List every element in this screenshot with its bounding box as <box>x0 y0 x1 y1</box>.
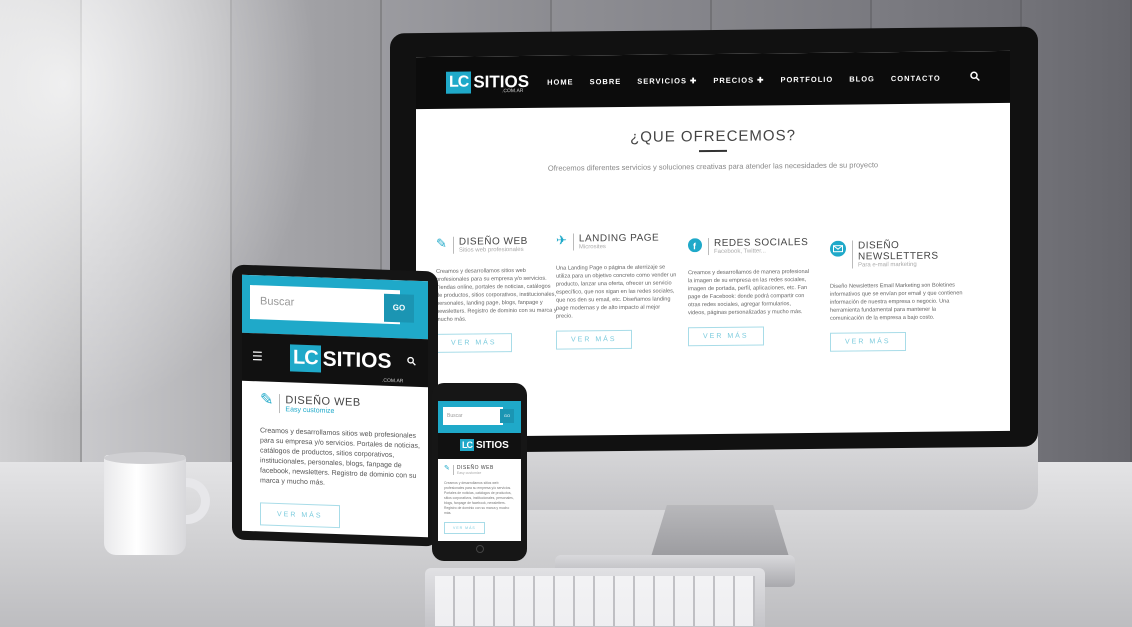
service-landing-page: ✈ LANDING PAGE Microsites Una Landing Pa… <box>556 232 678 350</box>
plane-icon: ✈ <box>556 232 567 248</box>
desktop-screen: LC SITIOS .COM.AR HOME SOBRE SERVICIOS ✚… <box>416 50 1010 438</box>
service-description: Diseño Newsletters Email Marketing son B… <box>830 282 963 322</box>
logo-mark: LC <box>290 344 321 373</box>
service-description: Creamos y desarrollamos de manera profes… <box>688 269 809 317</box>
nav-precios[interactable]: PRECIOS ✚ <box>713 75 764 85</box>
ver-mas-button[interactable]: VER MÁS <box>436 333 512 353</box>
keyboard <box>425 568 765 627</box>
hero-divider <box>699 149 727 153</box>
tablet-navbar: ☰ LC SITIOS .COM.AR <box>242 332 428 388</box>
logo-subtext: .COM.AR <box>502 87 524 95</box>
service-title: DISEÑO WEB <box>458 235 528 248</box>
hamburger-menu-icon[interactable]: ☰ <box>252 349 263 363</box>
phone-device: Buscar GO LC SITIOS ✎ DISEÑO WEB Easy cu… <box>432 383 527 561</box>
coffee-mug <box>104 455 186 555</box>
keyboard-keys <box>435 576 755 626</box>
service-redes-sociales: f REDES SOCIALES Facebook, Twitter... Cr… <box>688 237 810 347</box>
logo-text: SITIOS <box>322 347 392 373</box>
nav-home[interactable]: HOME <box>547 77 574 86</box>
hero-title: ¿QUE OFRECEMOS? <box>630 127 796 146</box>
phone-search-bar: Buscar GO <box>438 401 521 433</box>
logo-text: SITIOS <box>476 439 509 451</box>
search-icon[interactable] <box>407 356 416 368</box>
pencil-icon: ✎ <box>444 465 450 472</box>
service-description: Una Landing Page o página de aterrizaje … <box>556 264 677 320</box>
service-subtitle: Sitios web profesionales <box>458 246 524 254</box>
site-logo[interactable]: LC SITIOS <box>460 439 509 451</box>
service-title: REDES SOCIALES <box>714 237 809 249</box>
search-icon[interactable] <box>970 71 980 84</box>
tablet-search-bar: Buscar GO <box>242 274 428 340</box>
pencil-icon: ✎ <box>436 235 447 251</box>
main-nav: HOME SOBRE SERVICIOS ✚ PRECIOS ✚ PORTFOL… <box>547 73 941 86</box>
tablet-service-diseno-web: ✎ DISEÑO WEB Easy customize Creamos y de… <box>260 391 420 531</box>
ver-mas-button[interactable]: VER MÁS <box>444 522 485 534</box>
site-logo[interactable]: LC SITIOS .COM.AR <box>446 71 529 94</box>
desktop-navbar: LC SITIOS .COM.AR HOME SOBRE SERVICIOS ✚… <box>416 50 1010 110</box>
logo-mark: LC <box>446 71 472 94</box>
ver-mas-button[interactable]: VER MÁS <box>556 329 632 350</box>
nav-blog[interactable]: BLOG <box>849 74 875 83</box>
phone-go-button[interactable]: GO <box>500 409 514 423</box>
site-logo[interactable]: LC SITIOS .COM.AR <box>290 344 403 384</box>
nav-sobre[interactable]: SOBRE <box>590 76 622 85</box>
hero-subtitle: Ofrecemos diferentes servicios y solucio… <box>547 160 879 173</box>
mug-rim <box>104 452 186 464</box>
tablet-search-input[interactable]: Buscar <box>250 285 400 325</box>
phone-navbar: LC SITIOS <box>438 433 521 459</box>
service-subtitle: Microsites <box>578 244 606 251</box>
service-description: Creamos y desarrollamos sitios web profe… <box>436 267 557 323</box>
email-icon <box>830 240 846 260</box>
service-description: Creamos y desarrollamos sitios web profe… <box>260 427 420 487</box>
service-subtitle: Easy customize <box>456 471 482 475</box>
phone-home-button[interactable] <box>476 545 484 553</box>
service-subtitle: Facebook, Twitter... <box>714 248 766 255</box>
nav-servicios[interactable]: SERVICIOS ✚ <box>637 76 697 86</box>
service-subtitle: Para e-mail marketing <box>858 261 917 269</box>
service-title: LANDING PAGE <box>578 232 660 245</box>
phone-screen: Buscar GO LC SITIOS ✎ DISEÑO WEB Easy cu… <box>438 401 521 541</box>
ver-mas-button[interactable]: VER MÁS <box>260 502 340 529</box>
logo-mark: LC <box>460 439 474 451</box>
tablet-go-button[interactable]: GO <box>384 293 414 323</box>
nav-portfolio[interactable]: PORTFOLIO <box>780 74 833 84</box>
nav-contacto[interactable]: CONTACTO <box>891 73 941 83</box>
service-diseno-newsletters: DISEÑO NEWSLETTERS Para e-mail marketing… <box>830 239 966 352</box>
ver-mas-button[interactable]: VER MÁS <box>830 331 906 352</box>
monitor-stand <box>650 505 790 560</box>
ver-mas-button[interactable]: VER MÁS <box>688 326 764 347</box>
service-description: Creamos y desarrollamos sitios web profe… <box>444 481 514 515</box>
pencil-icon: ✎ <box>260 391 274 409</box>
facebook-icon: f <box>688 238 702 255</box>
service-diseno-web: ✎ DISEÑO WEB Sitios web profesionales Cr… <box>436 236 558 353</box>
phone-service-diseno-web: ✎ DISEÑO WEB Easy customize Creamos y de… <box>444 465 516 534</box>
phone-search-input[interactable]: Buscar <box>443 407 503 425</box>
logo-subtext: .COM.AR <box>382 377 404 385</box>
tablet-screen: Buscar GO ☰ LC SITIOS .COM.AR ✎ DISEÑO W… <box>242 274 428 538</box>
service-title: DISEÑO NEWSLETTERS <box>858 240 939 263</box>
tablet-device: Buscar GO ☰ LC SITIOS .COM.AR ✎ DISEÑO W… <box>232 264 438 547</box>
